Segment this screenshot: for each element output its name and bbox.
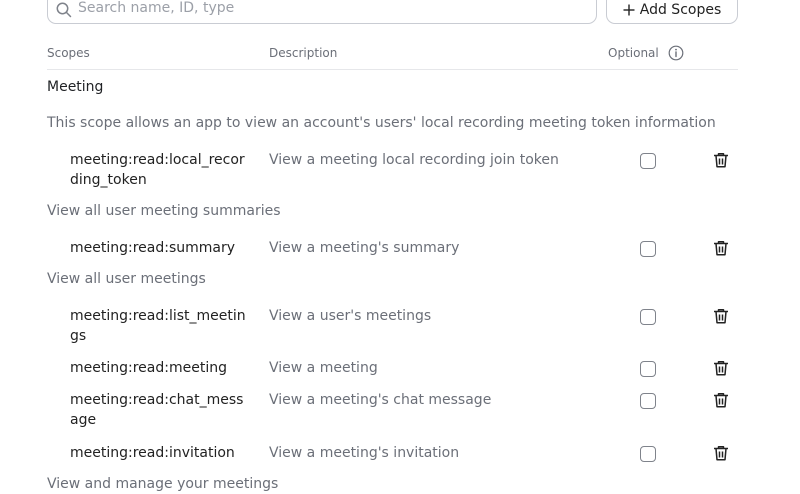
scope-description: View a meeting's summary <box>269 240 460 256</box>
trash-icon[interactable] <box>712 151 730 169</box>
scope-description: View a meeting <box>269 360 378 376</box>
trash-icon[interactable] <box>712 444 730 462</box>
trash-icon[interactable] <box>712 359 730 377</box>
section-description: This scope allows an app to view an acco… <box>47 115 716 131</box>
add-scopes-button[interactable]: Add Scopes <box>606 0 738 24</box>
search-icon <box>56 2 72 18</box>
trash-icon[interactable] <box>712 307 730 325</box>
scope-description: View a meeting's chat message <box>269 392 492 408</box>
scope-name: meeting:read:summary <box>70 240 236 256</box>
header-divider <box>47 69 738 70</box>
trash-icon[interactable] <box>712 391 730 409</box>
section-description: View all user meeting summaries <box>47 203 281 219</box>
section-description: View all user meetings <box>47 271 206 287</box>
column-header-optional-label: Optional <box>608 46 659 60</box>
scope-description: View a user's meetings <box>269 308 432 324</box>
optional-checkbox[interactable] <box>640 393 656 409</box>
scope-description: View a meeting's invitation <box>269 445 460 461</box>
scope-name: meeting:read:meeting <box>70 360 227 376</box>
column-header-optional: Optional <box>608 45 684 61</box>
add-scopes-label: Add Scopes <box>639 1 722 18</box>
column-header-scopes: Scopes <box>47 46 90 60</box>
scope-name: meeting:read:local_recording_token <box>70 152 245 188</box>
search-input[interactable] <box>78 0 578 19</box>
search-box[interactable] <box>47 0 597 24</box>
trash-icon[interactable] <box>712 239 730 257</box>
column-header-description: Description <box>269 46 338 60</box>
optional-checkbox[interactable] <box>640 153 656 169</box>
plus-icon <box>623 4 635 15</box>
optional-checkbox[interactable] <box>640 309 656 325</box>
scope-description: View a meeting local recording join toke… <box>269 152 559 168</box>
group-title: Meeting <box>47 79 104 95</box>
scope-name: meeting:read:invitation <box>70 445 235 461</box>
optional-checkbox[interactable] <box>640 241 656 257</box>
section-description: View and manage your meetings <box>47 476 279 492</box>
scope-name: meeting:read:list_meetings <box>70 308 246 344</box>
scope-name: meeting:read:chat_message <box>70 392 244 428</box>
info-icon[interactable] <box>668 45 684 61</box>
optional-checkbox[interactable] <box>640 361 656 377</box>
optional-checkbox[interactable] <box>640 446 656 462</box>
